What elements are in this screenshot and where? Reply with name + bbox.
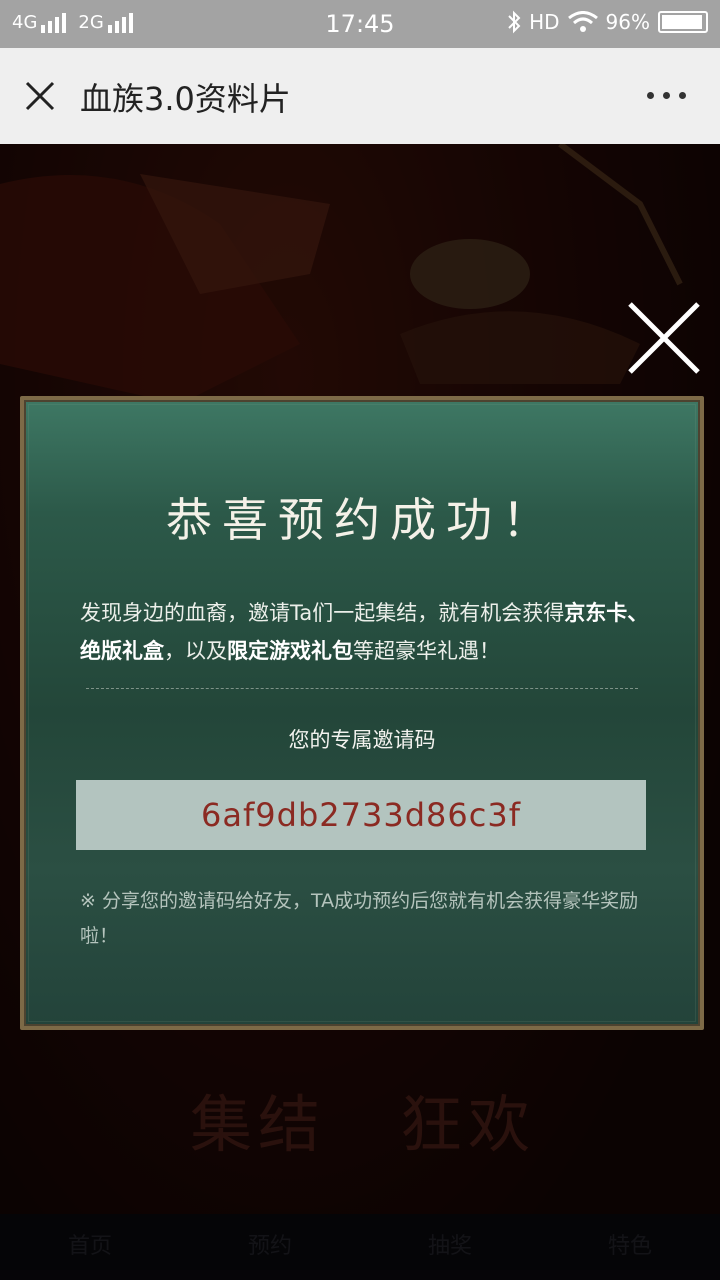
invite-code-box[interactable]: 6af9db2733d86c3f <box>76 780 646 850</box>
close-icon[interactable] <box>24 80 56 112</box>
wifi-icon <box>567 11 598 32</box>
desc-text-2: ，以及 <box>164 639 227 663</box>
modal-close-icon[interactable] <box>624 298 704 378</box>
battery-percent: 96% <box>605 10 650 34</box>
app-header: 血族3.0资料片 <box>0 48 720 144</box>
page-title: 血族3.0资料片 <box>80 80 291 118</box>
modal-title: 恭喜预约成功！ <box>166 493 558 547</box>
desc-text-3: 等超豪华礼遇！ <box>353 639 500 663</box>
status-bar: 4G 2G 17:45 HD 96% <box>0 0 720 48</box>
bluetooth-icon <box>508 10 521 34</box>
invite-code-label: 您的专属邀请码 <box>288 728 436 752</box>
status-right: HD 96% <box>507 10 708 34</box>
desc-highlight-2: 限定游戏礼包 <box>227 639 353 663</box>
battery-icon <box>658 11 708 33</box>
reservation-success-modal: 恭喜预约成功！ 发现身边的血裔，邀请Ta们一起集结，就有机会获得京东卡、绝版礼盒… <box>20 396 704 1030</box>
hd-label: HD <box>529 10 560 34</box>
modal-description: 发现身边的血裔，邀请Ta们一起集结，就有机会获得京东卡、绝版礼盒，以及限定游戏礼… <box>80 594 650 670</box>
share-note: ※ 分享您的邀请码给好友，TA成功预约后您就有机会获得豪华奖励啦！ <box>80 890 639 947</box>
desc-text-1: 发现身边的血裔，邀请Ta们一起集结，就有机会获得 <box>80 601 565 625</box>
more-icon[interactable] <box>647 92 686 99</box>
divider <box>86 688 638 689</box>
battery-fill <box>662 15 703 29</box>
